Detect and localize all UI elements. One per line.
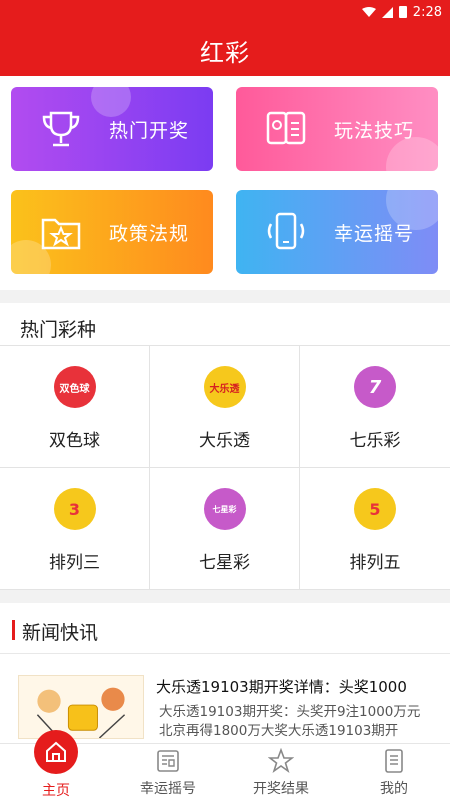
section-title: 热门彩种 — [20, 319, 97, 341]
battery-icon — [398, 6, 407, 18]
tile-tips[interactable]: 玩法技巧 — [236, 87, 438, 171]
tab-results[interactable]: 开奖结果 — [225, 744, 337, 800]
tile-hot-draw[interactable]: 热门开奖 — [11, 87, 213, 171]
lottery-label: 大乐透 — [199, 431, 250, 451]
qxc-logo-icon: 七星彩 — [203, 488, 246, 530]
news-summary: 大乐透19103期开奖：头奖开9注1000万元 北京再得1800万大奖大乐透19… — [159, 704, 421, 739]
dlt-logo-icon: 大乐透 — [203, 366, 246, 408]
tile-tips-label: 玩法技巧 — [334, 120, 415, 142]
tab-mine-label: 我的 — [380, 781, 408, 797]
tab-lucky[interactable]: 幸运摇号 — [112, 744, 224, 800]
app-header: 红彩 — [0, 24, 450, 76]
signal-icon — [381, 6, 393, 18]
lottery-qxc[interactable]: 七星彩 七星彩 — [150, 468, 300, 590]
tab-lucky-label: 幸运摇号 — [140, 781, 196, 797]
trophy-icon — [42, 111, 80, 147]
decor-bubble — [91, 87, 131, 117]
divider — [0, 653, 450, 654]
ssq-logo-icon: 双色球 — [53, 366, 96, 408]
qlc-logo-icon: 7 — [354, 366, 396, 408]
news-doc-icon — [157, 750, 179, 772]
pl3-logo-icon: 3 — [53, 488, 96, 530]
phone-shake-icon — [267, 212, 305, 250]
lottery-label: 排列三 — [49, 553, 100, 573]
news-section: 新闻快讯 大乐透19103期开奖详情：头奖1000 大乐透19103期开奖：头奖… — [0, 603, 450, 743]
tile-policy-label: 政策法规 — [109, 223, 190, 245]
feature-tiles: 热门开奖 玩法技巧 政策法规 幸运摇号 — [0, 76, 450, 290]
tab-home[interactable]: 主页 — [0, 730, 112, 800]
tab-results-label: 开奖结果 — [253, 781, 309, 797]
lottery-label: 排列五 — [349, 553, 401, 573]
page-title: 红彩 — [200, 38, 250, 67]
bottom-tab-bar: 主页 幸运摇号 开奖结果 我的 — [0, 730, 450, 800]
status-time: 2:28 — [412, 4, 442, 20]
profile-doc-icon — [385, 749, 403, 773]
section-title: 新闻快讯 — [22, 622, 99, 644]
status-icons: 2:28 — [361, 4, 442, 20]
news-headline[interactable]: 大乐透19103期开奖详情：头奖1000 — [156, 676, 436, 697]
lottery-label: 七星彩 — [199, 553, 250, 573]
lottery-label: 双色球 — [49, 431, 100, 451]
lottery-grid: 双色球 双色球 大乐透 大乐透 7 七乐彩 3 排列三 七星彩 七星彩 5 排列… — [0, 345, 450, 590]
tile-policy[interactable]: 政策法规 — [11, 190, 213, 274]
tile-hot-draw-label: 热门开奖 — [109, 120, 190, 142]
lottery-qlc[interactable]: 7 七乐彩 — [300, 346, 450, 468]
tile-lucky-shake-label: 幸运摇号 — [334, 223, 415, 245]
tips-icon — [266, 111, 306, 145]
tab-mine[interactable]: 我的 — [338, 744, 450, 800]
lottery-label: 七乐彩 — [349, 431, 401, 451]
news-thumbnail[interactable] — [18, 675, 144, 739]
tile-lucky-shake[interactable]: 幸运摇号 — [236, 190, 438, 274]
pl5-logo-icon: 5 — [354, 488, 396, 530]
lottery-dlt[interactable]: 大乐透 大乐透 — [150, 346, 300, 468]
section-accent-bar — [12, 620, 15, 640]
home-icon — [34, 730, 78, 774]
status-bar: 2:28 — [0, 0, 450, 24]
tab-home-label: 主页 — [42, 783, 70, 799]
wifi-icon — [361, 7, 376, 17]
lottery-ssq[interactable]: 双色球 双色球 — [0, 346, 150, 468]
lottery-pl5[interactable]: 5 排列五 — [300, 468, 450, 590]
folder-star-icon — [41, 218, 81, 250]
star-icon — [268, 748, 294, 774]
hot-lottery-section: 热门彩种 双色球 双色球 大乐透 大乐透 7 七乐彩 3 排列三 七星彩 七星彩… — [0, 303, 450, 590]
lottery-pl3[interactable]: 3 排列三 — [0, 468, 150, 590]
